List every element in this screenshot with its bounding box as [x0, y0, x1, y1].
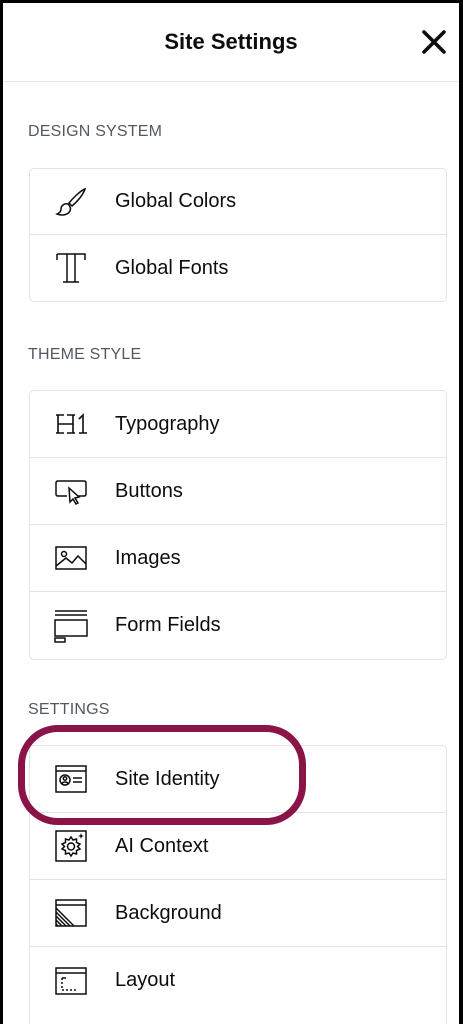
menu-item-label: Layout	[115, 969, 176, 991]
ai-gear-icon	[53, 828, 89, 864]
menu-item-site-identity[interactable]: Site Identity	[30, 746, 446, 813]
settings-group: Site Identity AI Context Background Layo…	[29, 745, 447, 1024]
site-identity-icon	[53, 761, 89, 797]
menu-item-background[interactable]: Background	[30, 880, 446, 947]
page-title: Site Settings	[164, 29, 298, 54]
menu-item-label: Form Fields	[115, 614, 221, 636]
menu-item-label: AI Context	[115, 834, 209, 857]
menu-item-ai-context[interactable]: AI Context	[30, 813, 446, 880]
menu-item-label: Typography	[115, 412, 220, 435]
section-title-design-system: DESIGN SYSTEM	[28, 123, 163, 140]
section-title-settings: SETTINGS	[28, 701, 110, 718]
site-settings-panel: Site Settings DESIGN SYSTEM Global Color…	[3, 3, 459, 1024]
menu-item-global-colors[interactable]: Global Colors	[30, 169, 446, 235]
design-system-group: Global Colors Global Fonts	[29, 168, 447, 302]
typography-t-icon	[53, 250, 89, 286]
menu-item-label: Background	[115, 901, 222, 924]
background-icon	[53, 895, 89, 931]
menu-item-buttons[interactable]: Buttons	[30, 458, 446, 525]
menu-item-layout[interactable]: Layout	[30, 947, 446, 1014]
menu-item-typography[interactable]: Typography	[30, 391, 446, 458]
menu-item-label: Images	[115, 546, 181, 569]
menu-item-images[interactable]: Images	[30, 525, 446, 592]
panel-header: Site Settings	[3, 3, 459, 82]
layout-icon	[53, 963, 89, 999]
section-title-theme-style: THEME STYLE	[28, 346, 142, 363]
theme-style-group: Typography Buttons Images Form Fields	[29, 390, 447, 660]
menu-item-label: Buttons	[115, 479, 183, 502]
menu-item-form-fields[interactable]: Form Fields	[30, 592, 446, 659]
brush-icon	[53, 184, 89, 220]
image-icon	[53, 540, 89, 576]
menu-item-label: Global Colors	[115, 190, 237, 212]
menu-item-label: Global Fonts	[115, 256, 229, 279]
close-icon	[422, 30, 446, 54]
menu-item-label: Site Identity	[115, 767, 220, 790]
button-cursor-icon	[53, 473, 89, 509]
close-button[interactable]	[417, 25, 451, 59]
menu-item-global-fonts[interactable]: Global Fonts	[30, 235, 446, 301]
form-fields-icon	[53, 608, 89, 644]
heading-h1-icon	[53, 406, 89, 442]
